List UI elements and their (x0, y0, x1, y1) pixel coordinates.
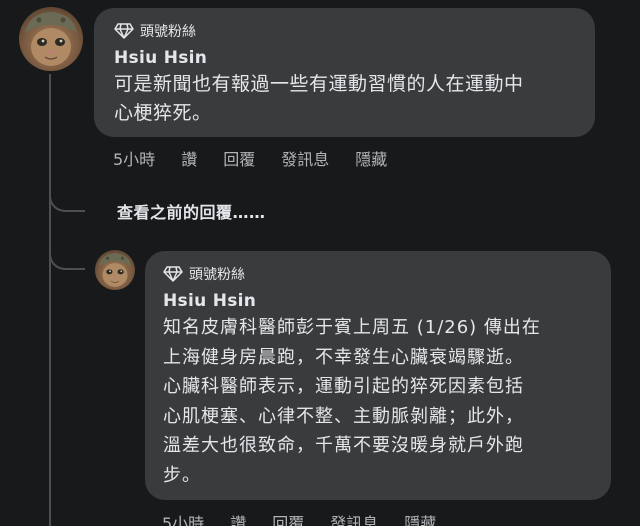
comment-actions: 5小時 讚 回覆 發訊息 隱藏 (113, 146, 413, 170)
timestamp[interactable]: 5小時 (162, 510, 204, 526)
cat-avatar-icon (25, 12, 77, 66)
badge-label: 頭號粉絲 (189, 267, 245, 283)
message-button[interactable]: 發訊息 (330, 510, 378, 526)
message-button[interactable]: 發訊息 (281, 146, 329, 170)
thread-line (49, 74, 51, 526)
timestamp[interactable]: 5小時 (113, 146, 155, 170)
author-name[interactable]: Hsiu Hsin (114, 48, 575, 68)
avatar[interactable] (19, 7, 83, 71)
reply-button[interactable]: 回覆 (272, 510, 304, 526)
diamond-icon (163, 265, 183, 283)
hide-button[interactable]: 隱藏 (355, 146, 387, 170)
comment-text: 可是新聞也有報過一些有運動習慣的人在運動中 心梗猝死。 (114, 73, 524, 124)
comment-thread: 頭號粉絲 Hsiu Hsin 可是新聞也有報過一些有運動習慣的人在運動中 心梗猝… (0, 0, 640, 526)
badge-label: 頭號粉絲 (140, 24, 196, 40)
reply-button[interactable]: 回覆 (223, 146, 255, 170)
comment-actions: 5小時 讚 回覆 發訊息 隱藏 (162, 510, 462, 526)
view-previous-replies-link[interactable]: 查看之前的回覆…… (117, 199, 266, 223)
diamond-icon (114, 22, 134, 40)
thread-branch (49, 170, 85, 212)
comment-bubble: 頭號粉絲 Hsiu Hsin 知名皮膚科醫師彭于賓上周五 (1/26) 傳出在 … (145, 251, 611, 500)
author-name[interactable]: Hsiu Hsin (163, 291, 593, 311)
top-fan-badge[interactable]: 頭號粉絲 (163, 263, 593, 285)
cat-avatar-icon (98, 253, 132, 287)
thread-branch (49, 232, 85, 270)
hide-button[interactable]: 隱藏 (404, 510, 436, 526)
avatar[interactable] (95, 250, 135, 290)
top-fan-badge[interactable]: 頭號粉絲 (114, 20, 575, 42)
like-button[interactable]: 讚 (230, 510, 246, 526)
comment-text: 知名皮膚科醫師彭于賓上周五 (1/26) 傳出在 上海健身房晨跑，不幸發生心臟衰… (163, 317, 541, 486)
like-button[interactable]: 讚 (181, 146, 197, 170)
comment-bubble: 頭號粉絲 Hsiu Hsin 可是新聞也有報過一些有運動習慣的人在運動中 心梗猝… (94, 8, 595, 137)
